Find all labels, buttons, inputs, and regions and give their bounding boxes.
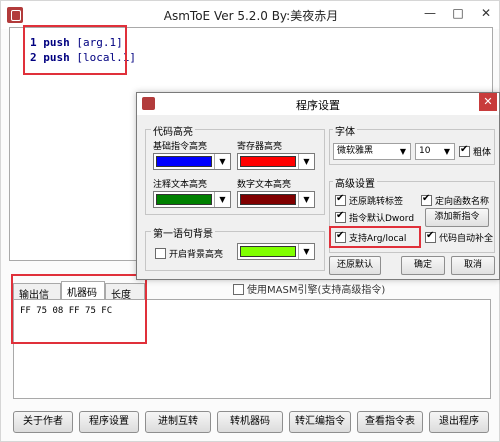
highlight-box (11, 274, 147, 344)
chevron-down-icon: ▼ (298, 192, 314, 207)
dialog-close-icon[interactable]: ✕ (479, 93, 497, 111)
checkbox-icon[interactable] (425, 230, 436, 243)
bg-color-picker[interactable]: ▼ (237, 243, 315, 260)
checkbox-icon[interactable] (459, 144, 470, 157)
highlight-box (329, 226, 421, 248)
highlight-group-label: 代码高亮 (151, 123, 195, 138)
color-swatch (240, 246, 296, 257)
chevron-down-icon: ▼ (214, 154, 230, 169)
exit-button[interactable]: 退出程序 (429, 411, 489, 433)
instruction-table-button[interactable]: 查看指令表 (357, 411, 423, 433)
checkbox-icon[interactable] (155, 248, 166, 259)
advanced-group-label: 高级设置 (333, 175, 377, 190)
locate-func-checkbox[interactable]: 定向函数名称 (421, 193, 489, 207)
ok-button[interactable]: 确定 (401, 256, 445, 275)
dialog-title-bar: 程序设置 ✕ (137, 93, 499, 115)
button-row: 关于作者 程序设置 进制互转 转机器码 转汇编指令 查看指令表 退出程序 (1, 411, 500, 435)
chevron-down-icon: ▼ (298, 244, 314, 259)
cancel-button[interactable]: 取消 (451, 256, 495, 275)
color-swatch (156, 156, 212, 167)
bg-highlight-checkbox[interactable]: 开启背景高亮 (155, 247, 223, 260)
to-asm-button[interactable]: 转汇编指令 (289, 411, 351, 433)
add-instruction-button[interactable]: 添加新指令 (425, 208, 489, 227)
color-swatch (240, 194, 296, 205)
checkbox-icon[interactable] (233, 284, 244, 295)
highlight-box (23, 25, 127, 75)
register-label: 寄存器高亮 (237, 142, 283, 152)
restore-jump-checkbox[interactable]: 还原跳转标签 (335, 193, 403, 207)
chevron-down-icon: ▼ (399, 147, 407, 156)
number-label: 数字文本高亮 (237, 180, 292, 190)
maximize-icon[interactable]: □ (445, 3, 471, 23)
comment-label: 注释文本高亮 (153, 180, 208, 190)
font-family-select[interactable]: 微软雅黑 ▼ (333, 143, 411, 160)
font-size-input[interactable]: 10 ▼ (415, 143, 455, 160)
cmd-default-checkbox[interactable]: 指令默认Dword (335, 210, 414, 224)
close-icon[interactable]: ✕ (473, 3, 499, 23)
basic-label: 基础指令高亮 (153, 142, 208, 152)
firstline-group-label: 第一语句背景 (151, 225, 215, 240)
checkbox-icon[interactable] (421, 193, 432, 206)
settings-button[interactable]: 程序设置 (79, 411, 139, 433)
color-swatch (156, 194, 212, 205)
base-convert-button[interactable]: 进制互转 (145, 411, 211, 433)
to-machine-code-button[interactable]: 转机器码 (217, 411, 283, 433)
chevron-down-icon: ▼ (214, 192, 230, 207)
dialog-title: 程序设置 (296, 99, 340, 112)
minimize-icon[interactable]: — (417, 3, 443, 23)
comment-color-picker[interactable]: ▼ (153, 191, 231, 208)
settings-dialog: 程序设置 ✕ 代码高亮 基础指令高亮 寄存器高亮 ▼ ▼ 注释文本高亮 数字文本… (136, 92, 500, 280)
about-button[interactable]: 关于作者 (13, 411, 73, 433)
auto-complete-checkbox[interactable]: 代码自动补全 (425, 230, 493, 244)
color-swatch (240, 156, 296, 167)
bold-checkbox[interactable]: 粗体 (459, 144, 491, 158)
number-color-picker[interactable]: ▼ (237, 191, 315, 208)
register-color-picker[interactable]: ▼ (237, 153, 315, 170)
restore-default-button[interactable]: 还原默认 (329, 256, 381, 275)
checkbox-icon[interactable] (335, 210, 346, 223)
chevron-down-icon: ▼ (443, 147, 451, 156)
checkbox-icon[interactable] (335, 193, 346, 206)
font-group-label: 字体 (333, 123, 357, 138)
basic-color-picker[interactable]: ▼ (153, 153, 231, 170)
masm-checkbox[interactable]: 使用MASM引擎(支持高级指令) (233, 281, 385, 296)
chevron-down-icon: ▼ (298, 154, 314, 169)
